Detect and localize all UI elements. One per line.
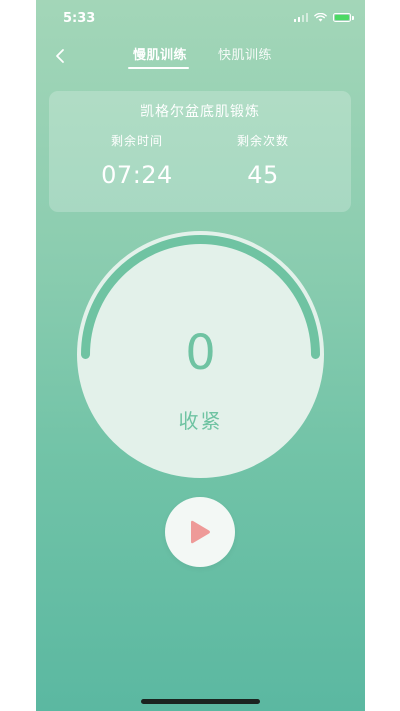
- exercise-info-card: 凯格尔盆底肌锻炼 剩余时间 07:24 剩余次数 45: [49, 91, 351, 212]
- status-icons: [293, 13, 354, 22]
- exercise-title: 凯格尔盆底肌锻炼: [140, 104, 260, 120]
- remaining-count-value: 45: [247, 161, 279, 189]
- top-navigation: 慢肌训练 快肌训练: [36, 36, 365, 76]
- progress-dial: 0 收紧: [77, 231, 324, 478]
- play-icon: [191, 520, 210, 544]
- remaining-time-value: 07:24: [101, 161, 173, 189]
- chevron-left-icon: [56, 49, 64, 63]
- remaining-time-stat: 剩余时间 07:24: [77, 132, 197, 189]
- cellular-signal-icon: [293, 13, 308, 22]
- remaining-time-label: 剩余时间: [110, 134, 163, 148]
- app-screen: 5:33 慢肌训练 快肌训练 凯格尔盆底肌锻炼 剩余时间 07:24 剩余次数 …: [36, 0, 365, 711]
- remaining-count-stat: 剩余次数 45: [203, 132, 323, 189]
- home-indicator: [141, 699, 260, 704]
- back-button[interactable]: [48, 44, 72, 68]
- tab-slow-muscle-training[interactable]: 慢肌训练: [133, 44, 187, 63]
- status-time: 5:33: [63, 11, 96, 26]
- wifi-icon: [314, 13, 327, 22]
- battery-charging-icon: [333, 13, 354, 22]
- phase-label: 收紧: [178, 409, 223, 433]
- tab-fast-muscle-training[interactable]: 快肌训练: [218, 44, 272, 63]
- active-tab-indicator: [128, 67, 189, 69]
- play-button[interactable]: [165, 497, 235, 567]
- remaining-count-label: 剩余次数: [236, 134, 289, 148]
- status-bar: 5:33: [36, 0, 365, 36]
- rep-count: 0: [185, 325, 216, 381]
